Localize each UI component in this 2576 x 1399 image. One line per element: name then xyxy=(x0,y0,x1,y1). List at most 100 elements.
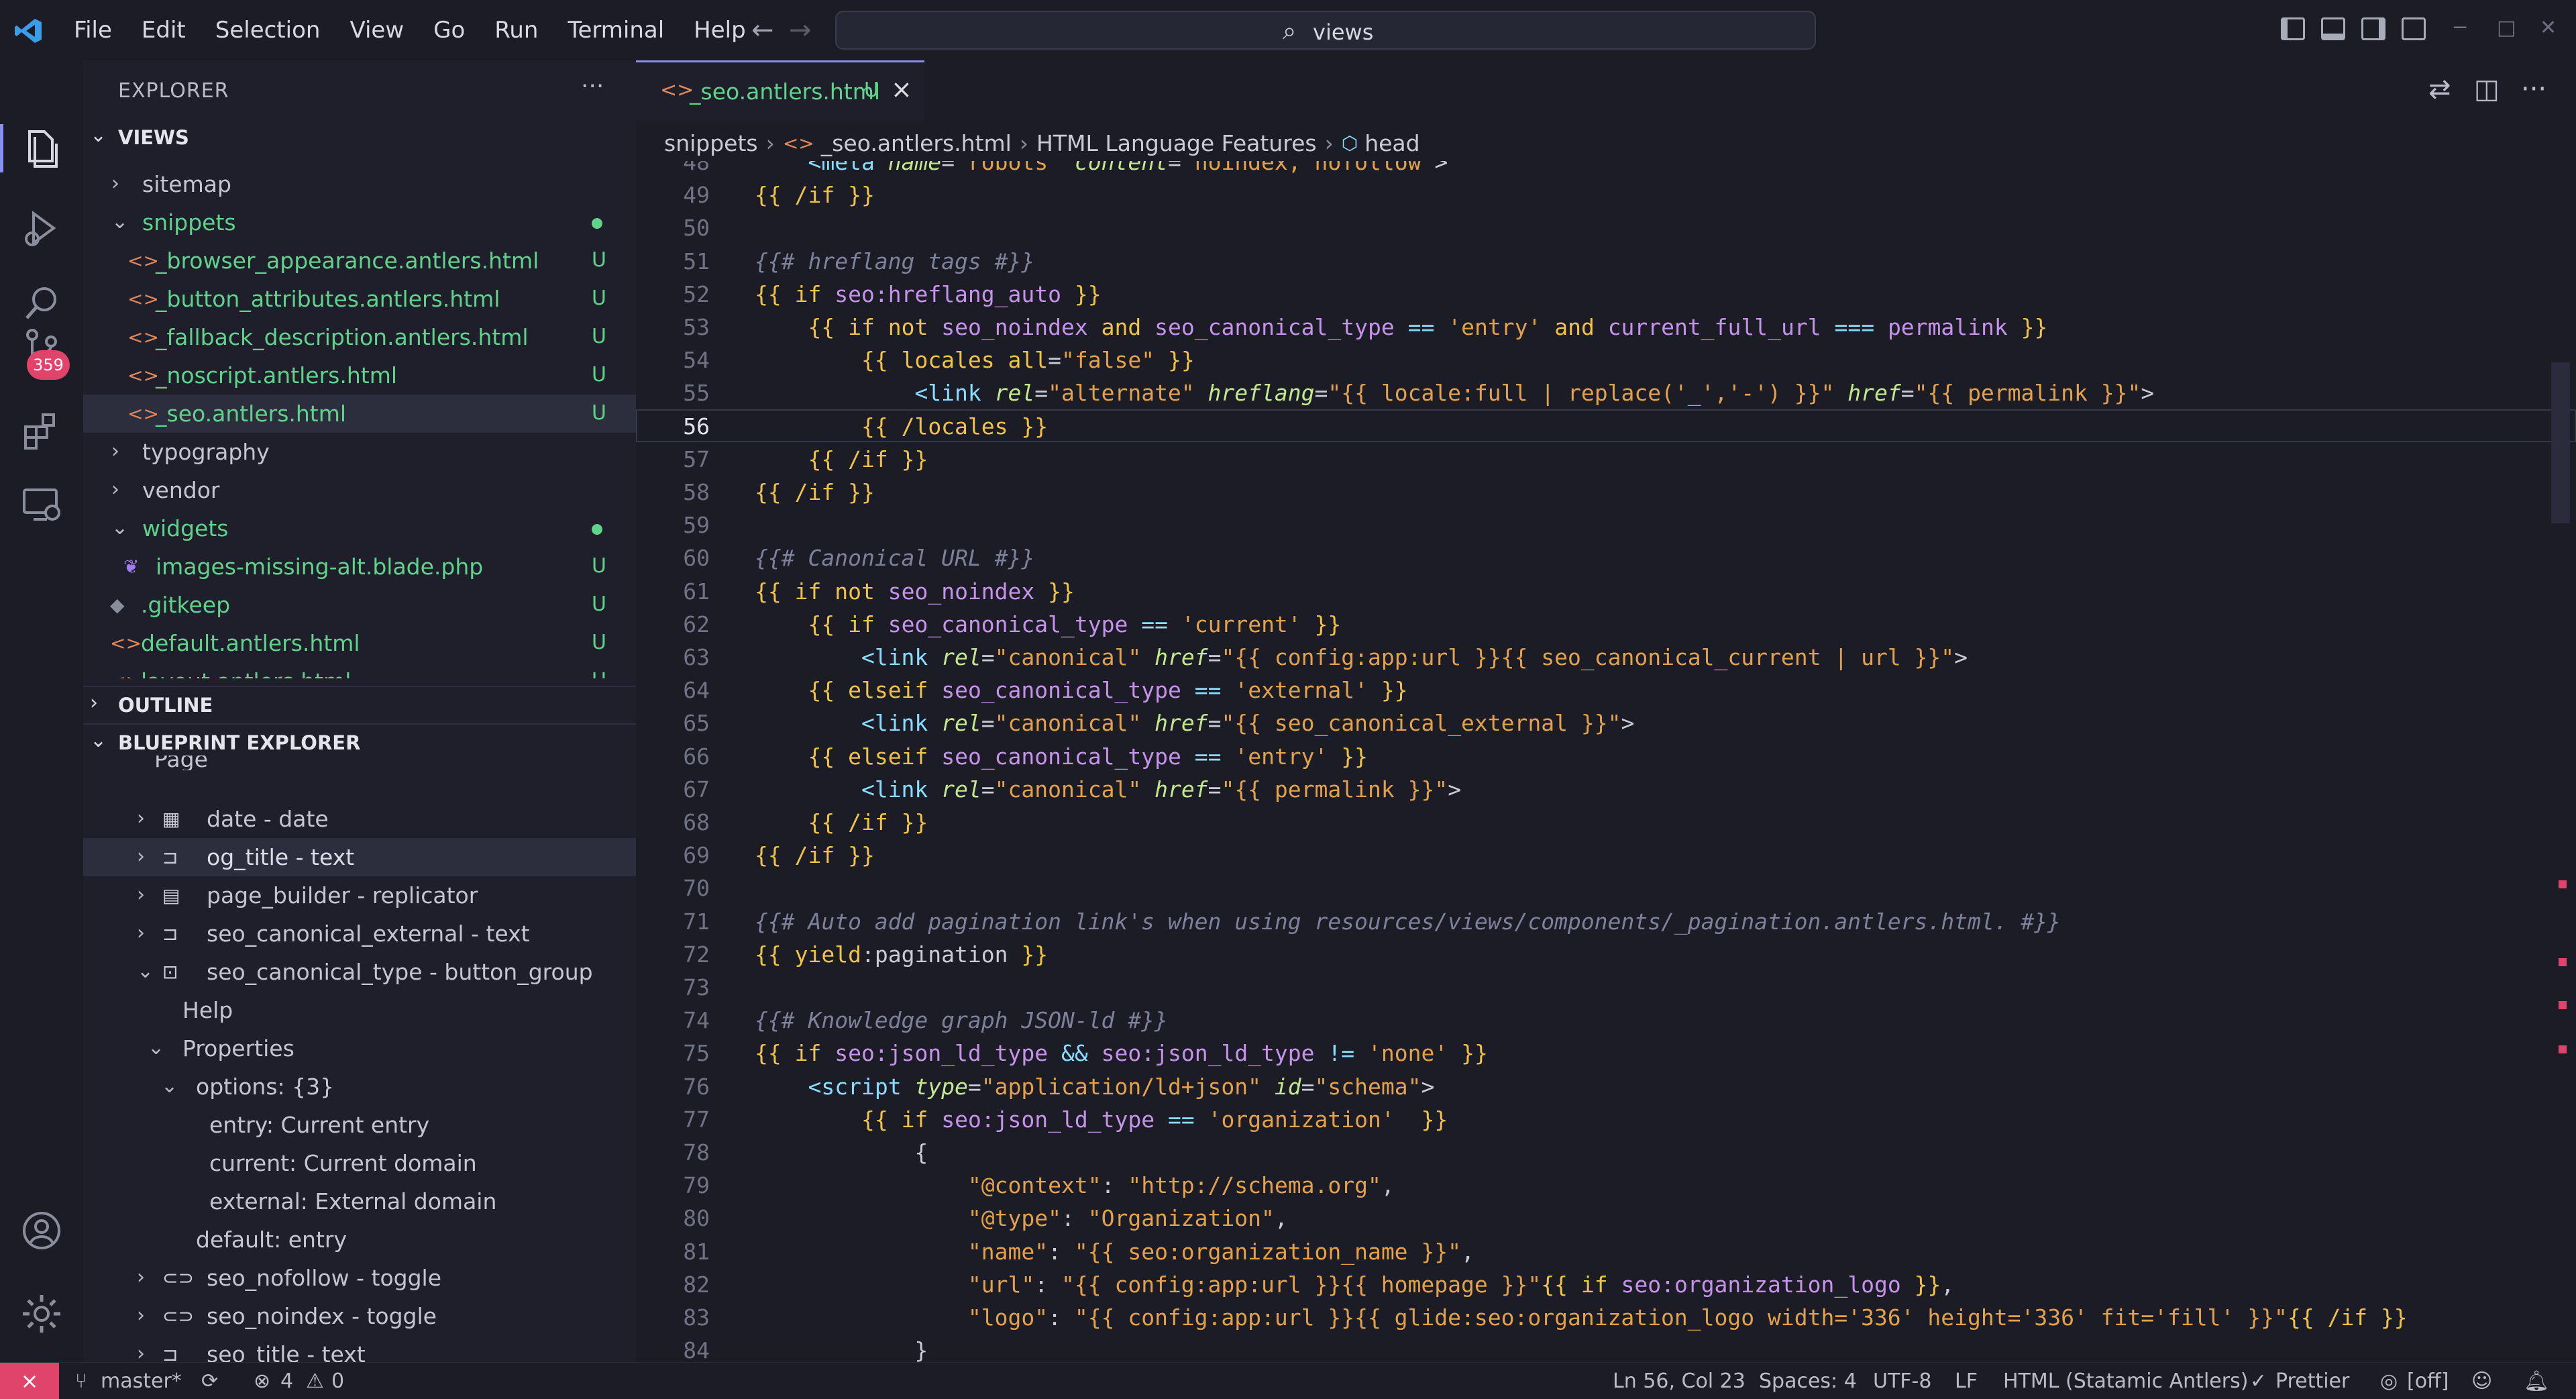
blueprint-prop-row[interactable]: ⌄ options: {3} xyxy=(83,1068,636,1106)
code-text[interactable]: "@type": "Organization", xyxy=(755,1205,1288,1231)
tree-file[interactable]: <> default.antlers.html U xyxy=(83,624,636,662)
code-line[interactable]: 65 <link rel="canonical" href="{{ seo_ca… xyxy=(636,706,2576,739)
search-view-icon[interactable] xyxy=(20,282,63,325)
customize-layout-icon[interactable] xyxy=(2402,17,2426,40)
code-line[interactable]: 59 xyxy=(636,508,2576,541)
code-line[interactable]: 48 <meta name="robots" content="noindex,… xyxy=(636,161,2576,178)
settings-gear-icon[interactable] xyxy=(20,1292,63,1335)
breadcrumb-item[interactable]: _seo.antlers.html xyxy=(821,130,1012,156)
menu-file[interactable]: File xyxy=(74,17,112,44)
tree-file[interactable]: ❦ images-missing-alt.blade.php U xyxy=(83,548,636,586)
code-editor[interactable]: 48 <meta name="robots" content="noindex,… xyxy=(636,161,2576,1362)
tree-folder-sitemap[interactable]: › sitemap xyxy=(83,165,636,203)
code-line[interactable]: 75 {{ if seo:json_ld_type && seo:json_ld_… xyxy=(636,1036,2576,1069)
blueprint-field-row[interactable]: › ⊐ seo_title - text xyxy=(83,1335,636,1362)
tree-file[interactable]: ◆ .gitkeep U xyxy=(83,586,636,624)
copilot-status[interactable]: [off] xyxy=(2407,1369,2449,1393)
code-text[interactable]: <meta name="robots" content="noindex, no… xyxy=(755,161,1448,175)
tree-file[interactable]: <> _browser_appearance.antlers.html U xyxy=(83,242,636,280)
code-text[interactable]: } xyxy=(755,1337,928,1362)
close-window-icon[interactable]: ✕ xyxy=(2540,16,2557,40)
menu-edit[interactable]: Edit xyxy=(142,17,186,44)
code-text[interactable]: {{ if not seo_noindex }} xyxy=(755,578,1075,605)
code-line[interactable]: 53 {{ if not seo_noindex and seo_canonic… xyxy=(636,310,2576,343)
code-text[interactable]: {{ /if }} xyxy=(755,809,928,835)
split-editor-icon[interactable]: ◫ xyxy=(2474,74,2500,105)
menu-help[interactable]: Help xyxy=(694,17,746,44)
code-line[interactable]: 73 xyxy=(636,970,2576,1003)
blueprint-field-row[interactable]: › ▦ date - date xyxy=(83,800,636,838)
code-text[interactable]: {{ /if }} xyxy=(755,479,875,505)
accounts-icon[interactable] xyxy=(20,1209,63,1252)
code-line[interactable]: 51 {{# hreflang tags #}} xyxy=(636,244,2576,277)
code-line[interactable]: 78 { xyxy=(636,1135,2576,1168)
blueprint-field-row-selected[interactable]: › ⊐ og_title - text xyxy=(83,838,636,876)
tree-folder-widgets[interactable]: ⌄ widgets xyxy=(83,509,636,548)
code-line[interactable]: 69 {{ /if }} xyxy=(636,838,2576,871)
code-line[interactable]: 55 <link rel="alternate" hreflang="{{ lo… xyxy=(636,376,2576,409)
code-text[interactable]: {{ elseif seo_canonical_type == 'externa… xyxy=(755,677,1407,703)
code-text[interactable]: <script type="application/ld+json" id="s… xyxy=(755,1074,1434,1100)
toggle-secondary-sidebar-icon[interactable] xyxy=(2361,17,2385,40)
encoding[interactable]: UTF-8 xyxy=(1873,1369,1931,1393)
code-text[interactable]: {{ yield:pagination }} xyxy=(755,941,1048,968)
code-line[interactable]: 70 xyxy=(636,871,2576,904)
code-line[interactable]: 58 {{ /if }} xyxy=(636,475,2576,508)
code-text[interactable]: {{ if seo:json_ld_type && seo:json_ld_ty… xyxy=(755,1040,1488,1066)
language-mode[interactable]: HTML (Statamic Antlers) xyxy=(2003,1369,2248,1393)
blueprint-field-row[interactable]: › ▤ page_builder - replicator xyxy=(83,876,636,915)
code-line[interactable]: 80 "@type": "Organization", xyxy=(636,1201,2576,1234)
warning-count[interactable]: 0 xyxy=(331,1369,344,1393)
code-text[interactable]: {{ if not seo_noindex and seo_canonical_… xyxy=(755,314,2047,340)
blueprint-prop-row[interactable]: entry: Current entry xyxy=(83,1106,636,1144)
cursor-position[interactable]: Ln 56, Col 23 xyxy=(1613,1369,1746,1393)
code-text[interactable]: {{# hreflang tags #}} xyxy=(755,248,1034,274)
code-line[interactable]: 74 {{# Knowledge graph JSON-ld #}} xyxy=(636,1003,2576,1036)
blueprint-field-row[interactable]: › ⊂⊃ seo_nofollow - toggle xyxy=(83,1259,636,1297)
minimize-icon[interactable]: ─ xyxy=(2454,16,2466,40)
code-text[interactable]: {{ /if }} xyxy=(755,842,875,868)
editor-scrollbar[interactable] xyxy=(2551,362,2570,523)
toggle-panel-icon[interactable] xyxy=(2321,17,2345,40)
blueprint-field-row[interactable]: › ⊐ seo_canonical_external - text xyxy=(83,915,636,953)
tree-file[interactable]: <> layout.antlers.html U xyxy=(83,662,636,678)
blueprint-partial-row[interactable]: Page xyxy=(83,756,636,770)
code-text[interactable]: {{ locales all="false" }} xyxy=(755,347,1195,373)
menu-run[interactable]: Run xyxy=(494,17,538,44)
code-text[interactable]: "logo": "{{ config:app:url }}{{ glide:se… xyxy=(755,1304,2408,1331)
blueprint-field-row[interactable]: ⌄ ⊡ seo_canonical_type - button_group xyxy=(83,953,636,991)
code-text[interactable]: "name": "{{ seo:organization_name }}", xyxy=(755,1239,1474,1265)
code-text[interactable]: <link rel="canonical" href="{{ config:ap… xyxy=(755,644,1968,670)
code-text[interactable]: {{ if seo_canonical_type == 'current' }} xyxy=(755,611,1341,637)
run-debug-icon[interactable] xyxy=(20,207,63,250)
notifications-bell-icon[interactable]: 🔔︎ xyxy=(2524,1369,2549,1393)
views-section-header[interactable]: ⌄ VIEWS xyxy=(83,119,636,157)
code-line[interactable]: 72 {{ yield:pagination }} xyxy=(636,937,2576,970)
code-line[interactable]: 60 {{# Canonical URL #}} xyxy=(636,541,2576,574)
blueprint-prop-row[interactable]: default: entry xyxy=(83,1221,636,1259)
maximize-icon[interactable]: □ xyxy=(2497,16,2516,40)
code-text[interactable]: <link rel="alternate" hreflang="{{ local… xyxy=(755,380,2154,406)
menu-selection[interactable]: Selection xyxy=(215,17,321,44)
explorer-icon[interactable] xyxy=(20,127,63,170)
code-text[interactable]: { xyxy=(755,1139,928,1165)
code-line[interactable]: 52 {{ if seo:hreflang_auto }} xyxy=(636,277,2576,310)
tree-file[interactable]: <> _noscript.antlers.html U xyxy=(83,356,636,395)
code-line[interactable]: 68 {{ /if }} xyxy=(636,805,2576,838)
breadcrumb-item[interactable]: head xyxy=(1364,130,1419,156)
tree-folder-typography[interactable]: › typography xyxy=(83,433,636,471)
remote-explorer-icon[interactable] xyxy=(20,483,63,526)
code-line[interactable]: 50 xyxy=(636,211,2576,244)
code-text[interactable]: {{ /if }} xyxy=(755,182,875,208)
formatter[interactable]: Prettier xyxy=(2275,1369,2349,1393)
code-line[interactable]: 84 } xyxy=(636,1333,2576,1362)
blueprint-prop-row[interactable]: Help xyxy=(83,991,636,1029)
code-text[interactable]: {{# Knowledge graph JSON-ld #}} xyxy=(755,1007,1168,1033)
code-line[interactable]: 79 "@context": "http://schema.org", xyxy=(636,1168,2576,1201)
close-tab-icon[interactable]: × xyxy=(891,74,912,104)
code-line[interactable]: 82 "url": "{{ config:app:url }}{{ homepa… xyxy=(636,1267,2576,1300)
more-actions-icon[interactable]: ··· xyxy=(2521,74,2546,105)
tree-file-selected[interactable]: <> _seo.antlers.html U xyxy=(83,395,636,433)
code-line[interactable]: 81 "name": "{{ seo:organization_name }}"… xyxy=(636,1235,2576,1267)
code-text[interactable]: {{ /locales }} xyxy=(755,413,1048,439)
